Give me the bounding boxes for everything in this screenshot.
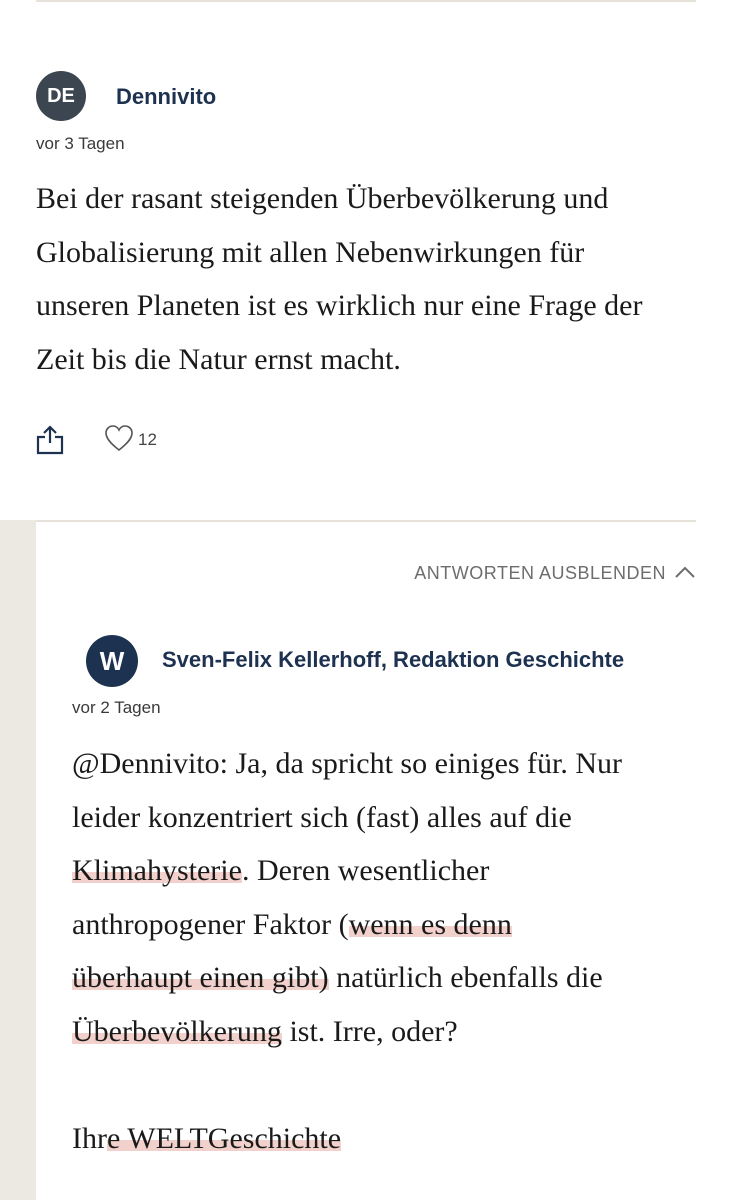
highlight: wenn es denn — [348, 907, 512, 941]
highlight: überhaupt einen gibt) — [72, 961, 329, 994]
reply-line: überhaupt einen gibt) natürlich ebenfall… — [72, 951, 622, 1005]
highlight: Klimahysterie — [72, 854, 242, 887]
reply-timestamp: vor 2 Tagen — [72, 698, 161, 717]
signoff: Ihre WELTGeschichte — [72, 1112, 622, 1166]
comment-body: Bei der rasant steigenden Überbevölkerun… — [36, 172, 642, 386]
reply-line: anthropogener Faktor (wenn es denn — [72, 898, 622, 952]
reply-line: Überbevölkerung ist. Irre, oder? — [72, 1005, 622, 1059]
like-button[interactable]: 12 — [104, 424, 157, 457]
reply-line: leider konzentriert sich (fast) alles au… — [72, 800, 572, 834]
reply-author[interactable]: Sven-Felix Kellerhoff, Redaktion Geschic… — [162, 647, 624, 673]
top-divider — [36, 0, 696, 2]
comment-author[interactable]: Dennivito — [116, 84, 216, 110]
hide-replies-button[interactable]: ANTWORTEN AUSBLENDEN — [414, 563, 696, 584]
avatar[interactable]: DE — [36, 71, 86, 121]
reply-text: natürlich ebenfalls die — [328, 961, 603, 994]
comment-body-line: Zeit bis die Natur ernst macht. — [36, 342, 401, 376]
comment-body-line: Globalisierung mit allen Nebenwirkungen … — [36, 235, 585, 269]
highlight: Überbevölkerung — [72, 1014, 282, 1048]
hide-replies-label: ANTWORTEN AUSBLENDEN — [414, 563, 666, 583]
chevron-up-icon — [666, 563, 696, 584]
reply-line: @Dennivito: Ja, da spricht so einiges fü… — [72, 747, 623, 780]
comment-actions: 12 — [36, 420, 157, 460]
heart-icon — [104, 424, 134, 457]
comment-timestamp: vor 3 Tagen — [36, 134, 125, 153]
reply-line: Klimahysterie. Deren wesentlicher — [72, 844, 622, 898]
reply-thread-bar — [0, 520, 36, 1200]
comment-body-line: unseren Planeten ist es wirklich nur ein… — [36, 289, 643, 322]
comment-body-line: Bei der rasant steigenden Überbevölkerun… — [36, 182, 609, 215]
reply-text: anthropogener Faktor ( — [72, 907, 349, 941]
reply-body: @Dennivito: Ja, da spricht so einiges fü… — [72, 737, 622, 1165]
share-icon[interactable] — [36, 424, 64, 456]
highlight: e WELTGeschichte — [106, 1121, 342, 1155]
divider — [36, 520, 696, 522]
like-count: 12 — [138, 430, 157, 449]
reply-avatar[interactable]: W — [86, 635, 138, 687]
reply-text: Ihr — [72, 1121, 107, 1155]
reply-text: . Deren wesentlicher — [241, 854, 490, 887]
reply-text: ist. Irre, oder? — [281, 1014, 458, 1048]
